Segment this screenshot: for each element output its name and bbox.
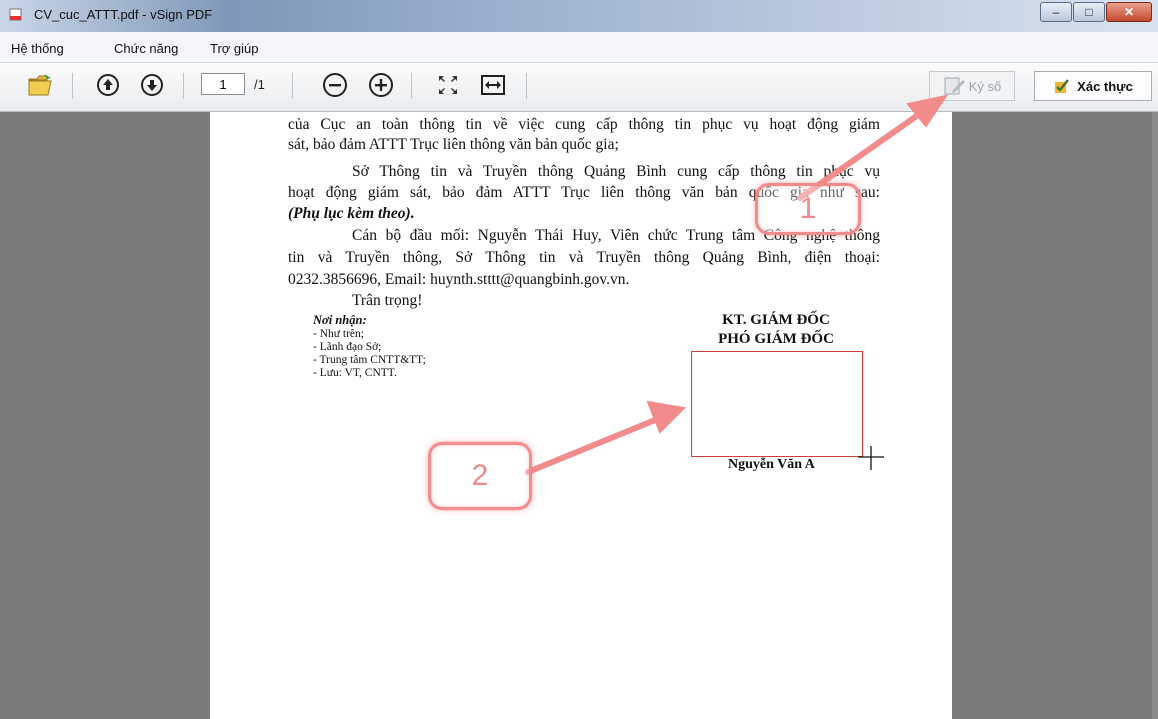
signature-title: KT. GIÁM ĐỐC <box>722 312 830 328</box>
zoom-out-icon <box>323 73 347 97</box>
menu-chuc-nang[interactable]: Chức năng <box>114 41 178 56</box>
open-file-button[interactable] <box>27 71 55 99</box>
fit-page-button[interactable] <box>434 71 462 99</box>
vertical-scrollbar[interactable] <box>1152 112 1158 719</box>
page-down-icon <box>141 74 163 96</box>
window-title: CV_cuc_ATTT.pdf - vSign PDF <box>34 7 213 22</box>
closing-line: Trân trọng! <box>352 292 423 309</box>
callout-step-2: 2 <box>428 442 532 510</box>
paragraph-line: sát, bảo đảm ATTT Trục liên thông văn bả… <box>288 136 619 153</box>
maximize-button[interactable]: □ <box>1073 2 1105 22</box>
callout-step-1: 1 <box>755 183 861 235</box>
menu-he-thong[interactable]: Hệ thống <box>11 41 64 56</box>
fit-width-button[interactable] <box>479 71 507 99</box>
open-folder-icon <box>28 74 52 96</box>
signer-name: Nguyễn Văn A <box>728 457 815 472</box>
page-total: /1 <box>254 77 265 92</box>
paragraph-line: Sở Thông tin và Truyền thông Quảng Bình … <box>352 163 880 180</box>
sign-pen-icon <box>944 77 965 95</box>
zoom-in-icon <box>369 73 393 97</box>
previous-page-button[interactable] <box>94 71 122 99</box>
zoom-out-button[interactable] <box>321 71 349 99</box>
menu-tro-giup[interactable]: Trợ giúp <box>210 41 259 56</box>
app-icon <box>9 8 22 21</box>
paragraph-line: tin và Truyền thông, Sở Thông tin và Tru… <box>288 249 880 266</box>
verify-label: Xác thực <box>1077 78 1133 94</box>
menu-bar: Hệ thống Chức năng Trợ giúp <box>0 32 1158 63</box>
zoom-in-button[interactable] <box>367 71 395 99</box>
paragraph-line: của Cục an toàn thông tin về việc cung c… <box>288 116 880 133</box>
next-page-button[interactable] <box>138 71 166 99</box>
recipient-item: - Lưu: VT, CNTT. <box>313 367 397 379</box>
document-viewer[interactable]: của Cục an toàn thông tin về việc cung c… <box>0 112 1158 719</box>
minimize-button[interactable]: – <box>1040 2 1072 22</box>
verify-button[interactable]: Xác thực <box>1034 71 1152 101</box>
signature-placement-box[interactable] <box>691 351 863 457</box>
recipient-item: - Lãnh đạo Sở; <box>313 341 382 353</box>
recipient-item: - Trung tâm CNTT&TT; <box>313 354 426 366</box>
fit-width-icon <box>481 75 505 95</box>
window-controls: – □ ✕ <box>1039 2 1152 22</box>
close-button[interactable]: ✕ <box>1106 2 1152 22</box>
digital-sign-button[interactable]: Ký số <box>929 71 1015 101</box>
recipients-title: Nơi nhận: <box>313 313 367 327</box>
page-up-icon <box>97 74 119 96</box>
toolbar: 1 /1 Ký số Xác thực <box>0 63 1158 112</box>
paragraph-line: 0232.3856696, Email: huynth.stttt@quangb… <box>288 271 630 288</box>
verify-check-icon <box>1055 79 1070 93</box>
fit-page-icon <box>439 76 457 94</box>
signature-subtitle: PHÓ GIÁM ĐỐC <box>718 331 834 347</box>
recipient-item: - Như trên; <box>313 328 364 340</box>
crosshair-cursor-icon <box>858 446 884 470</box>
title-bar: CV_cuc_ATTT.pdf - vSign PDF – □ ✕ <box>0 0 1158 32</box>
digital-sign-label: Ký số <box>968 78 1002 94</box>
page-number-input[interactable]: 1 <box>201 73 245 95</box>
